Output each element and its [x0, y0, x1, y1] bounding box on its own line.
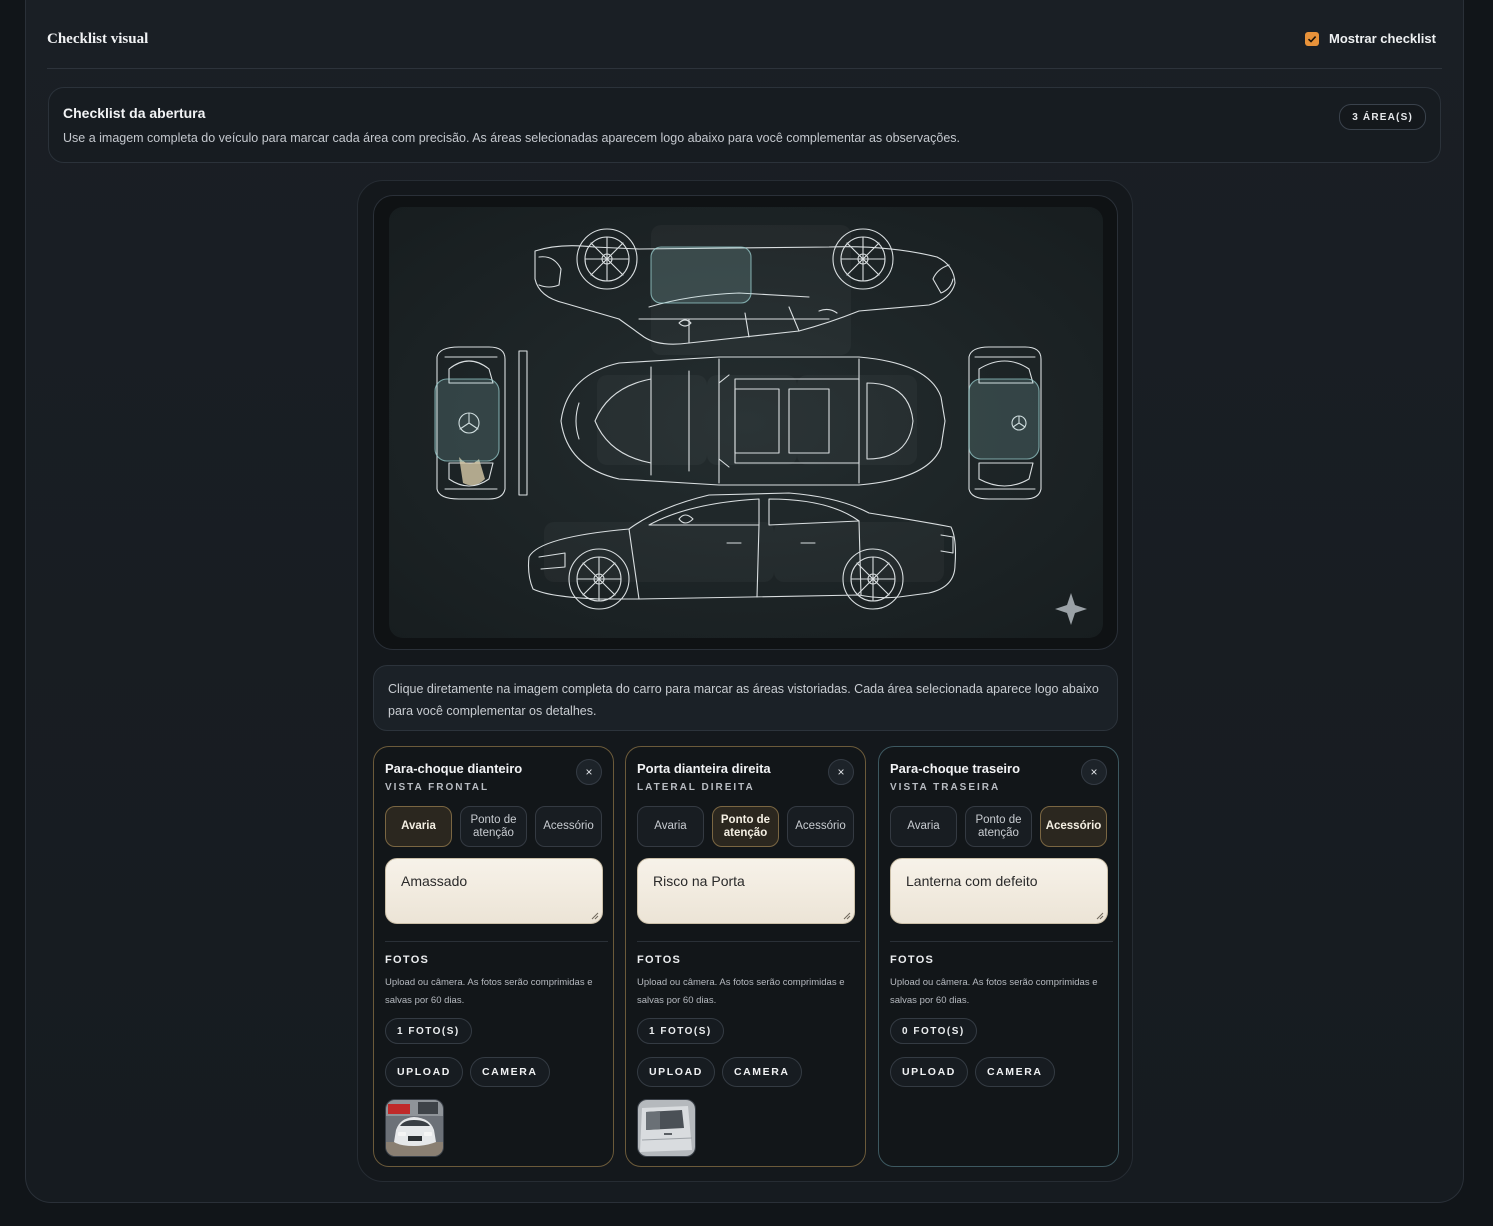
photo-count-badge: 1 FOTO(S) — [637, 1018, 724, 1044]
area-card-title: Para-choque traseiro — [890, 761, 1021, 776]
type-option-acessorio[interactable]: Acessório — [787, 806, 854, 847]
photos-description: Upload ou câmera. As fotos serão comprim… — [385, 977, 593, 1006]
marked-area-rear-bumper[interactable] — [968, 378, 1040, 460]
photo-actions: UPLOAD CAMERA — [890, 1057, 1055, 1087]
photos-description: Upload ou câmera. As fotos serão comprim… — [890, 977, 1098, 1006]
photo-count-badge: 1 FOTO(S) — [385, 1018, 472, 1044]
photo-actions: UPLOAD CAMERA — [385, 1057, 550, 1087]
marked-area-door[interactable] — [650, 246, 752, 304]
resize-handle-icon[interactable] — [843, 912, 851, 920]
divider — [890, 941, 1113, 942]
type-option-avaria[interactable]: Avaria — [890, 806, 957, 847]
type-selector: Avaria Ponto de atenção Acessório — [385, 806, 602, 847]
photo-count-badge: 0 FOTO(S) — [890, 1018, 977, 1044]
area-card-front-bumper: Para-choque dianteiro VISTA FRONTAL × Av… — [373, 746, 614, 1167]
checkbox-checked-icon[interactable] — [1305, 31, 1319, 46]
area-card-subtitle: LATERAL DIREITA — [637, 782, 755, 793]
photos-label: FOTOS — [890, 954, 935, 966]
checklist-stage: Clique diretamente na imagem completa do… — [357, 180, 1133, 1182]
intro-text: Use a imagem completa do veículo para ma… — [63, 131, 960, 145]
type-selector: Avaria Ponto de atenção Acessório — [890, 806, 1107, 847]
vehicle-diagram-frame — [373, 195, 1118, 650]
resize-handle-icon[interactable] — [1096, 912, 1104, 920]
type-option-ponto-de-atencao[interactable]: Ponto de atenção — [965, 806, 1032, 847]
close-icon[interactable]: × — [1081, 759, 1107, 785]
sparkle-icon — [1055, 593, 1087, 625]
type-option-avaria[interactable]: Avaria — [385, 806, 452, 847]
area-count-badge: 3 ÁREA(S) — [1339, 104, 1426, 130]
area-card-subtitle: VISTA FRONTAL — [385, 782, 490, 793]
type-option-ponto-de-atencao[interactable]: Ponto de atenção — [712, 806, 779, 847]
close-icon[interactable]: × — [828, 759, 854, 785]
area-card-subtitle: VISTA TRASEIRA — [890, 782, 1001, 793]
upload-button[interactable]: UPLOAD — [890, 1057, 968, 1087]
photos-label: FOTOS — [637, 954, 682, 966]
photos-label: FOTOS — [385, 954, 430, 966]
type-selector: Avaria Ponto de atenção Acessório — [637, 806, 854, 847]
camera-button[interactable]: CAMERA — [469, 1057, 550, 1087]
photo-thumbnail[interactable] — [637, 1099, 696, 1157]
page-title: Checklist visual — [47, 31, 149, 47]
area-card-front-right-door: Porta dianteira direita LATERAL DIREITA … — [625, 746, 866, 1167]
type-option-avaria[interactable]: Avaria — [637, 806, 704, 847]
type-option-ponto-de-atencao[interactable]: Ponto de atenção — [460, 806, 527, 847]
photo-actions: UPLOAD CAMERA — [637, 1057, 802, 1087]
show-checklist-toggle[interactable]: Mostrar checklist — [1305, 31, 1436, 46]
photos-description: Upload ou câmera. As fotos serão comprim… — [637, 977, 845, 1006]
marked-area-front-bumper[interactable] — [434, 378, 500, 462]
type-option-acessorio[interactable]: Acessório — [1040, 806, 1107, 847]
type-option-acessorio[interactable]: Acessório — [535, 806, 602, 847]
observation-text: Amassado — [401, 873, 468, 889]
observation-textarea[interactable]: Risco na Porta — [637, 858, 855, 924]
observation-textarea[interactable]: Lanterna com defeito — [890, 858, 1108, 924]
area-card-title: Porta dianteira direita — [637, 761, 771, 776]
close-icon[interactable]: × — [576, 759, 602, 785]
observation-text: Risco na Porta — [653, 873, 745, 889]
intro-title: Checklist da abertura — [63, 105, 206, 121]
camera-button[interactable]: CAMERA — [721, 1057, 802, 1087]
upload-button[interactable]: UPLOAD — [385, 1057, 463, 1087]
area-card-title: Para-choque dianteiro — [385, 761, 523, 776]
divider — [385, 941, 608, 942]
show-checklist-label: Mostrar checklist — [1329, 31, 1436, 46]
instruction-hint: Clique diretamente na imagem completa do… — [373, 665, 1118, 731]
intro-box: Checklist da abertura Use a imagem compl… — [48, 87, 1441, 163]
observation-text: Lanterna com defeito — [906, 873, 1038, 889]
observation-textarea[interactable]: Amassado — [385, 858, 603, 924]
camera-button[interactable]: CAMERA — [974, 1057, 1055, 1087]
upload-button[interactable]: UPLOAD — [637, 1057, 715, 1087]
resize-handle-icon[interactable] — [591, 912, 599, 920]
header-divider — [47, 68, 1442, 69]
vehicle-diagram[interactable] — [389, 207, 1103, 638]
area-card-rear-bumper: Para-choque traseiro VISTA TRASEIRA × Av… — [878, 746, 1119, 1167]
photo-thumbnail[interactable] — [385, 1099, 444, 1157]
divider — [637, 941, 860, 942]
